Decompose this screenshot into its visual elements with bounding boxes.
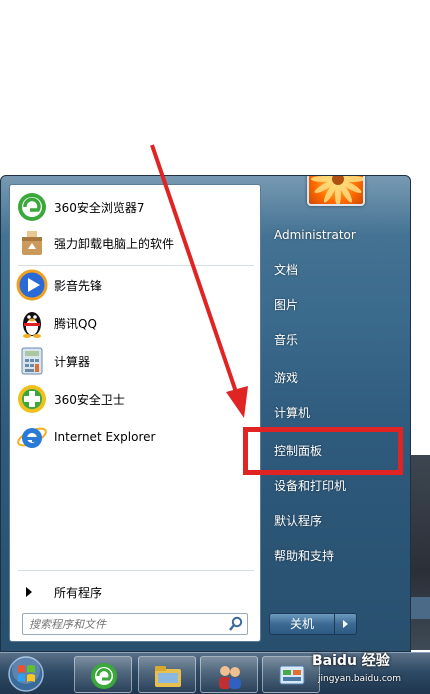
devices-and-printers-link[interactable]: 设备和打印机	[274, 476, 346, 496]
games-link[interactable]: 游戏	[274, 368, 298, 388]
program-item-360-guard[interactable]: 360安全卫士	[14, 381, 258, 417]
music-link[interactable]: 音乐	[274, 330, 298, 350]
watermark-url: jingyan.baidu.com	[318, 674, 402, 684]
calculator-icon	[16, 345, 48, 377]
program-item-qq[interactable]: 腾讯QQ	[14, 305, 258, 341]
taskbar-users-button[interactable]	[200, 656, 258, 693]
program-item-uninstaller[interactable]: 强力卸载电脑上的软件	[14, 225, 258, 261]
qq-penguin-icon	[16, 307, 48, 339]
pictures-link[interactable]: 图片	[274, 295, 298, 315]
360-browser-icon	[88, 660, 120, 692]
watermark: Baidu 经验	[312, 653, 390, 669]
shutdown-options-button[interactable]	[335, 613, 357, 635]
program-label: 影音先锋	[54, 278, 103, 293]
media-player-icon	[16, 269, 48, 301]
control-panel-icon	[276, 660, 308, 692]
divider	[18, 570, 254, 571]
program-label: 计算器	[54, 354, 91, 369]
program-label: Internet Explorer	[54, 430, 156, 444]
search-input[interactable]	[22, 613, 248, 635]
user-avatar[interactable]	[307, 176, 365, 206]
user-name-link[interactable]: Administrator	[274, 225, 356, 245]
start-menu: 360安全浏览器7 强力卸载电脑上的软件 影音先锋 腾讯QQ 计算器 360安全…	[0, 175, 411, 652]
360-guard-icon	[16, 383, 48, 415]
windows-start-orb-icon[interactable]	[4, 653, 48, 694]
program-label: 360安全卫士	[54, 392, 125, 407]
default-programs-link[interactable]: 默认程序	[274, 511, 322, 531]
shutdown-button[interactable]: 关机	[269, 613, 335, 635]
divider	[18, 265, 254, 266]
program-label: 腾讯QQ	[54, 316, 97, 331]
help-and-support-link[interactable]: 帮助和支持	[274, 546, 334, 566]
program-item-internet-explorer[interactable]: Internet Explorer	[14, 419, 258, 455]
program-item-media-player[interactable]: 影音先锋	[14, 267, 258, 303]
program-label: 强力卸载电脑上的软件	[54, 236, 175, 251]
taskbar-explorer-button[interactable]	[138, 656, 196, 693]
program-item-calculator[interactable]: 计算器	[14, 343, 258, 379]
programs-pane: 360安全浏览器7 强力卸载电脑上的软件 影音先锋 腾讯QQ 计算器 360安全…	[9, 184, 261, 642]
arrow-right-icon	[26, 587, 32, 597]
documents-link[interactable]: 文档	[274, 260, 298, 280]
all-programs-button[interactable]: 所有程序	[14, 580, 258, 604]
search-icon[interactable]	[228, 616, 244, 632]
folder-icon	[152, 660, 184, 692]
uninstall-icon	[16, 227, 48, 259]
program-label: 360安全浏览器7	[54, 200, 145, 215]
ie-icon	[16, 421, 48, 453]
users-icon	[214, 660, 246, 692]
program-item-360-browser[interactable]: 360安全浏览器7	[14, 189, 258, 225]
computer-link[interactable]: 计算机	[274, 403, 310, 423]
arrow-right-icon	[343, 620, 348, 628]
all-programs-label: 所有程序	[54, 585, 103, 600]
360-browser-icon	[16, 191, 48, 223]
taskbar-360-browser-button[interactable]	[74, 656, 132, 693]
highlight-box	[243, 427, 403, 475]
